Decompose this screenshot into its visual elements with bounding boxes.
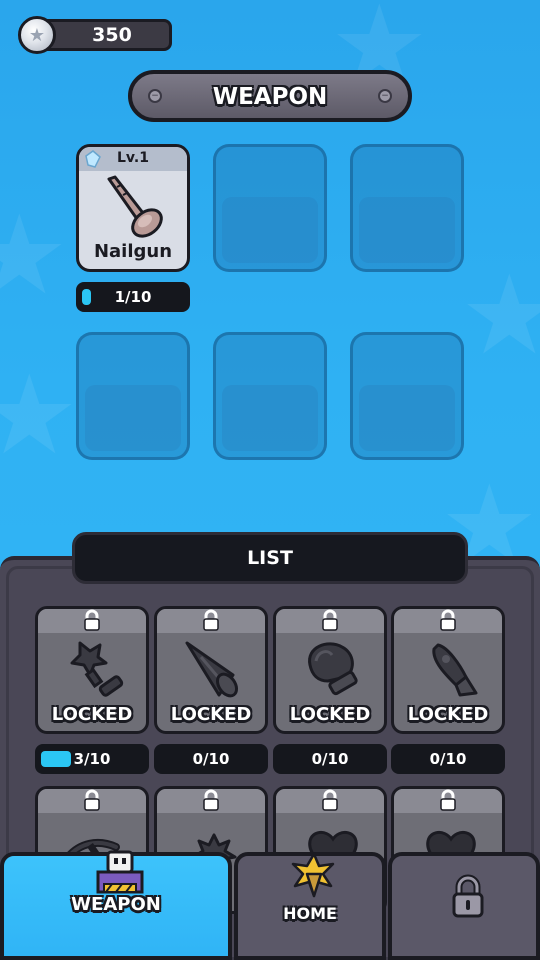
bg-star: ★ [0,351,79,479]
locked-label: LOCKED [170,704,252,725]
locked-weapon-card[interactable]: LOCKED [273,606,387,734]
padlock-icon [203,789,219,811]
rocket-icon [432,643,478,697]
locked-weapon-card[interactable]: LOCKED [154,606,268,734]
nav-weapon-label: WEAPON [71,894,161,915]
padlock-icon [440,609,456,631]
plunger-icon [70,641,124,697]
locked-label: LOCKED [289,704,371,725]
weapon-crate-icon [96,850,144,894]
progress-text: 0/10 [192,750,230,768]
progress-text: 0/10 [311,750,349,768]
drill-cone-icon [185,641,239,698]
bg-star: ★ [0,191,69,319]
padlock-icon [452,874,484,918]
silver-coin-icon: ★ [18,16,56,54]
home-drill-icon [291,852,335,898]
empty-weapon-slot[interactable] [350,144,464,272]
list-progress-bar: 3/10 [35,744,149,774]
empty-weapon-slot[interactable] [76,332,190,460]
nav-tab-locked[interactable] [388,852,540,960]
banner-title: WEAPON [212,84,328,110]
locked-weapon-card[interactable]: LOCKED [35,606,149,734]
padlock-icon [440,789,456,811]
empty-weapon-slot[interactable] [213,332,327,460]
bg-star: ★ [460,251,540,379]
list-progress-bar: 0/10 [154,744,268,774]
coin-counter: ★ 350 [18,16,174,54]
progress-text: 1/10 [114,288,152,306]
weapon-progress-bar: 1/10 [76,282,190,312]
progress-text: 0/10 [429,750,467,768]
weapon-name: Nailgun [93,241,173,262]
locked-weapon-card[interactable]: LOCKED [391,606,505,734]
weapon-level: Lv.1 [117,150,149,166]
list-progress-bar: 0/10 [391,744,505,774]
nav-home-label: HOME [283,904,337,923]
padlock-icon [203,609,219,631]
padlock-icon [322,609,338,631]
padlock-icon [322,789,338,811]
list-header: LIST [72,532,468,584]
boxing-glove-icon [308,642,358,696]
list-title: LIST [247,547,293,569]
empty-weapon-slot[interactable] [213,144,327,272]
nav-tab-home[interactable]: HOME [234,852,386,960]
nail-icon [107,175,163,238]
padlock-icon [84,789,100,811]
padlock-icon [84,609,100,631]
coin-value: 350 [92,24,132,46]
locked-label: LOCKED [51,704,133,725]
nailgun-card[interactable]: Lv.1 Nailgun [76,144,190,272]
progress-text: 3/10 [73,750,111,768]
nav-tab-weapon[interactable]: WEAPON [0,850,232,960]
empty-weapon-slot[interactable] [350,332,464,460]
list-progress-bar: 0/10 [273,744,387,774]
locked-label: LOCKED [407,704,489,725]
weapon-banner: − − WEAPON [128,70,412,122]
